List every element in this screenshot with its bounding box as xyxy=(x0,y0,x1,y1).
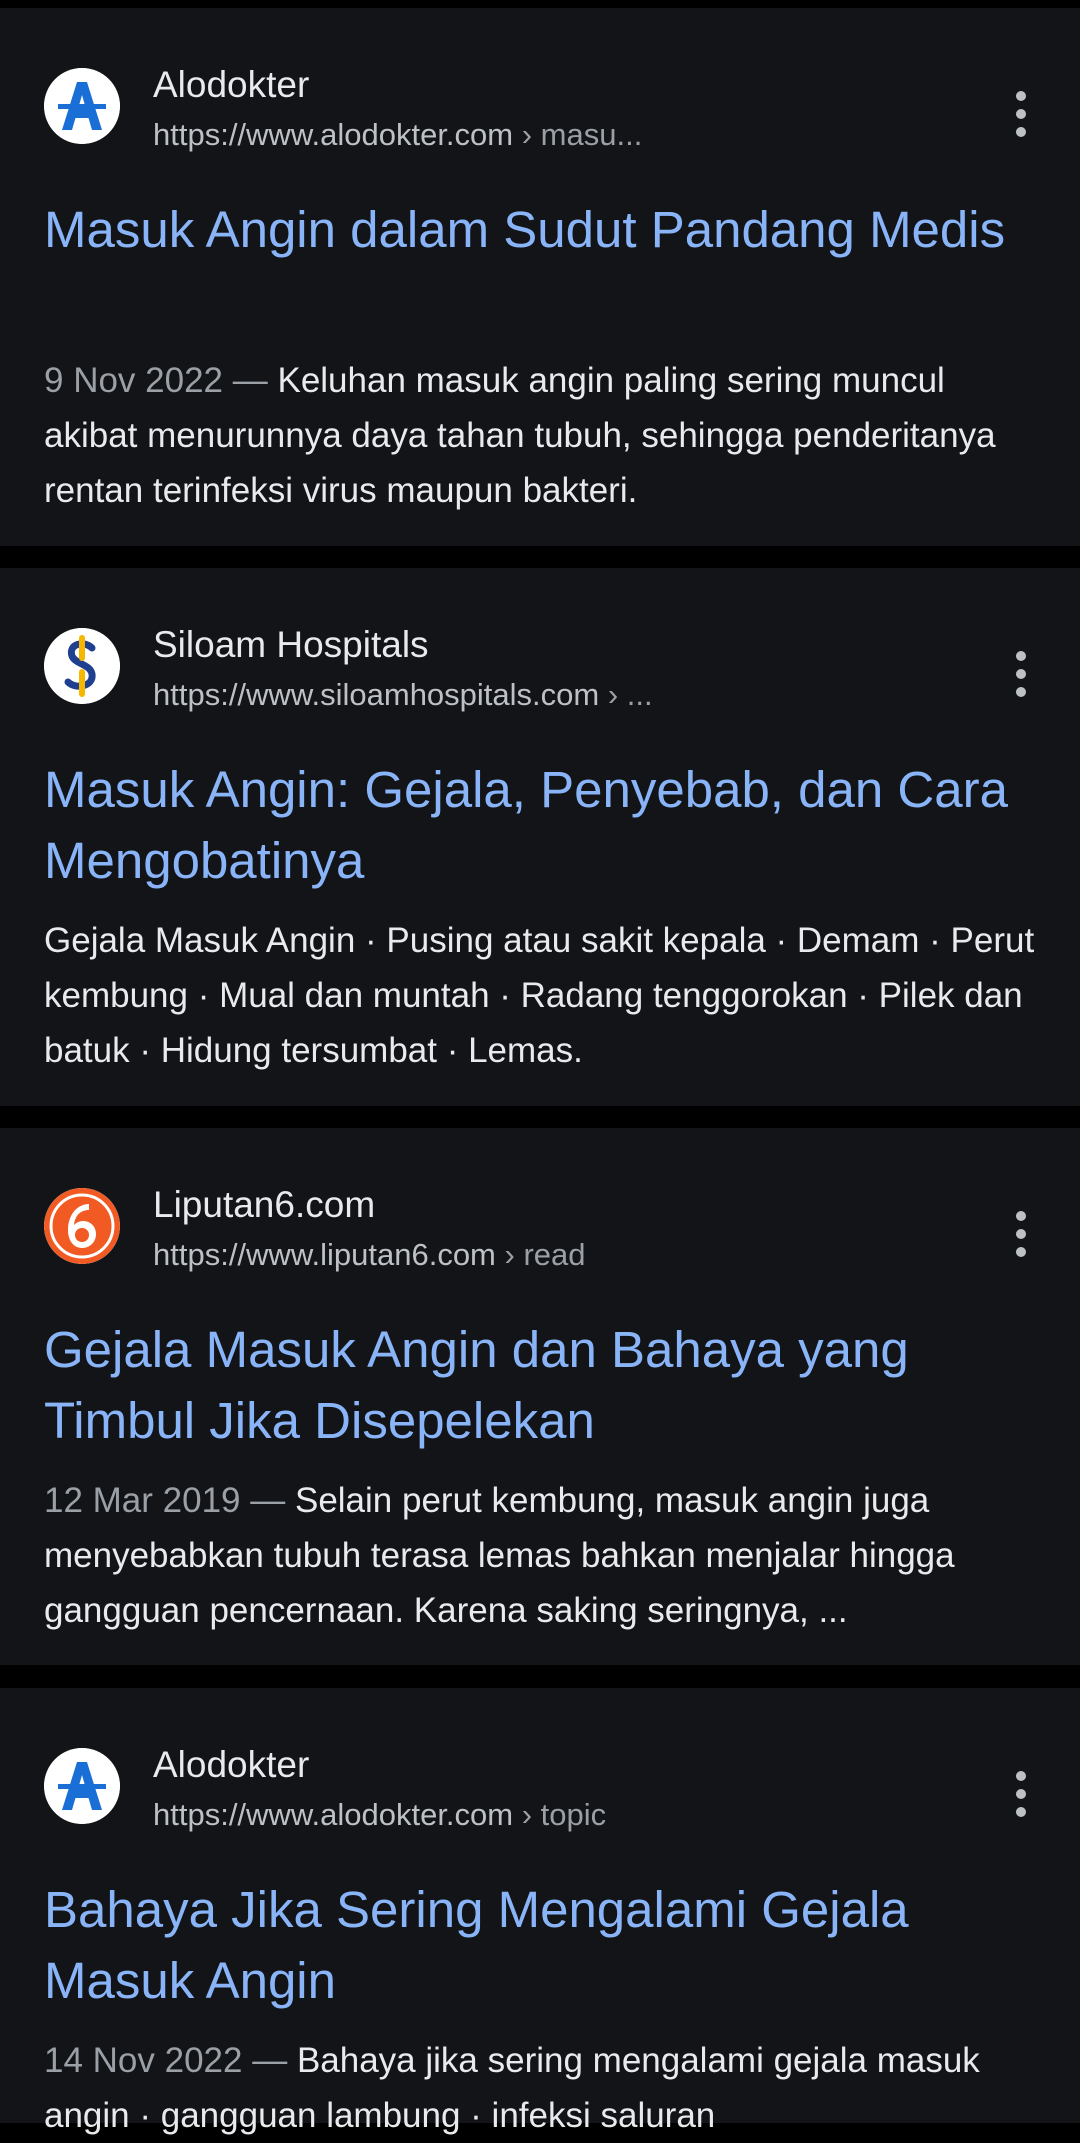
liputan6-logo-icon[interactable] xyxy=(44,1188,120,1264)
search-results: Alodokter https://www.alodokter.com › ma… xyxy=(0,0,1080,2135)
alodokter-logo-icon[interactable] xyxy=(44,68,120,144)
site-url[interactable]: https://www.siloamhospitals.com › ... xyxy=(153,677,653,713)
result-title-link[interactable]: Masuk Angin dalam Sudut Pandang Medis xyxy=(44,194,1044,265)
result-title-link[interactable]: Gejala Masuk Angin dan Bahaya yang Timbu… xyxy=(44,1314,1044,1456)
result-card: Siloam Hospitals https://www.siloamhospi… xyxy=(0,568,1080,1106)
result-card: Alodokter https://www.alodokter.com › ma… xyxy=(0,8,1080,546)
url-text: https://www.siloamhospitals.com xyxy=(153,677,600,712)
result-snippet: 14 Nov 2022 — Bahaya jika sering mengala… xyxy=(44,2033,1044,2143)
result-snippet: 9 Nov 2022 — Keluhan masuk angin paling … xyxy=(44,353,1044,518)
site-url[interactable]: https://www.liputan6.com › read xyxy=(153,1237,586,1273)
more-vert-icon[interactable] xyxy=(1000,1208,1042,1260)
result-title-link[interactable]: Bahaya Jika Sering Mengalami Gejala Masu… xyxy=(44,1874,1044,2016)
site-name[interactable]: Alodokter xyxy=(153,1744,309,1786)
siloam-logo-icon[interactable] xyxy=(44,628,120,704)
more-vert-icon[interactable] xyxy=(1000,1768,1042,1820)
more-vert-icon[interactable] xyxy=(1000,648,1042,700)
site-name[interactable]: Liputan6.com xyxy=(153,1184,375,1226)
site-name[interactable]: Alodokter xyxy=(153,64,309,106)
url-breadcrumb: › ... xyxy=(599,677,653,712)
url-breadcrumb: › masu... xyxy=(513,117,643,152)
result-date: 9 Nov 2022 — xyxy=(44,361,278,400)
site-name[interactable]: Siloam Hospitals xyxy=(153,624,429,666)
result-card: Alodokter https://www.alodokter.com › to… xyxy=(0,1688,1080,2135)
more-vert-icon[interactable] xyxy=(1000,88,1042,140)
result-snippet: Gejala Masuk Angin · Pusing atau sakit k… xyxy=(44,913,1044,1078)
result-date: 12 Mar 2019 — xyxy=(44,1481,295,1520)
url-text: https://www.liputan6.com xyxy=(153,1237,496,1272)
url-breadcrumb: › topic xyxy=(513,1797,607,1832)
result-title-link[interactable]: Masuk Angin: Gejala, Penyebab, dan Cara … xyxy=(44,754,1044,896)
result-date: 14 Nov 2022 — xyxy=(44,2041,297,2080)
site-url[interactable]: https://www.alodokter.com › masu... xyxy=(153,117,642,153)
url-text: https://www.alodokter.com xyxy=(153,117,514,152)
result-snippet: 12 Mar 2019 — Selain perut kembung, masu… xyxy=(44,1473,1044,1638)
site-url[interactable]: https://www.alodokter.com › topic xyxy=(153,1797,606,1833)
result-card: Liputan6.com https://www.liputan6.com › … xyxy=(0,1128,1080,1665)
url-breadcrumb: › read xyxy=(495,1237,586,1272)
snippet-text: Gejala Masuk Angin · Pusing atau sakit k… xyxy=(44,921,1035,1070)
alodokter-logo-icon[interactable] xyxy=(44,1748,120,1824)
url-text: https://www.alodokter.com xyxy=(153,1797,514,1832)
